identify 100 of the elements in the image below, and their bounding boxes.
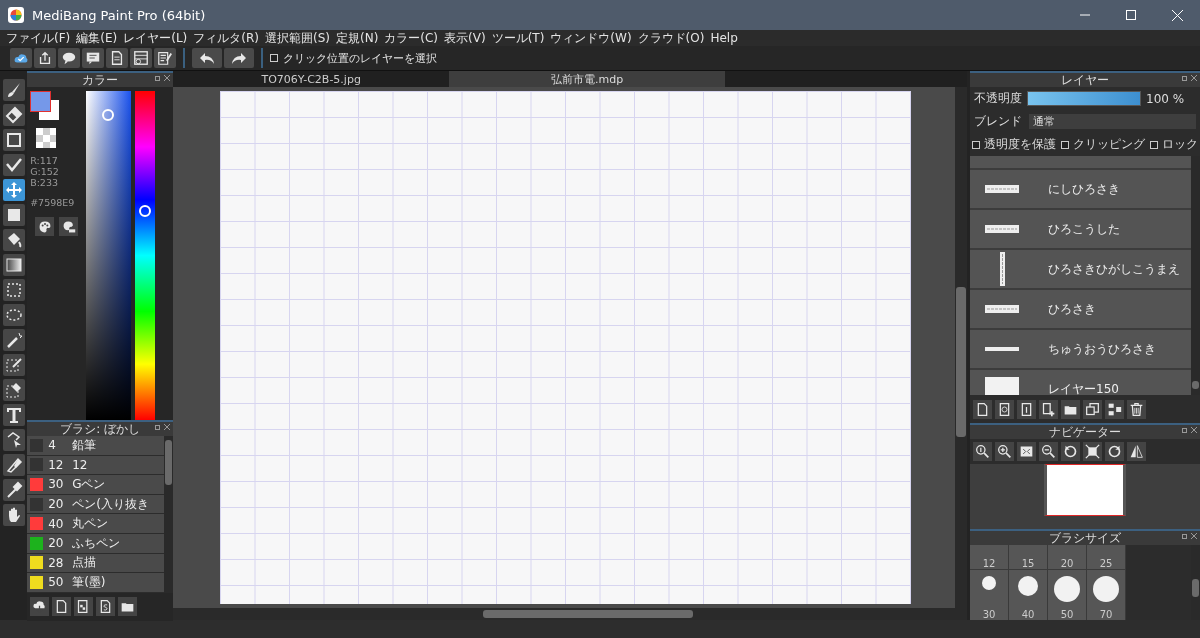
blend-dropdown[interactable]: 通常 bbox=[1029, 114, 1196, 129]
brush-size-option[interactable]: 70 bbox=[1087, 570, 1125, 620]
brush-item[interactable]: 20 ふちペン bbox=[27, 533, 165, 554]
document-tab[interactable]: 弘前市電.mdp bbox=[449, 71, 726, 87]
tool-button[interactable] bbox=[2, 79, 25, 101]
navigator-preview[interactable] bbox=[1044, 464, 1126, 516]
tool-button[interactable] bbox=[2, 329, 25, 351]
float-panel-icon[interactable] bbox=[1182, 75, 1188, 81]
close-icon[interactable] bbox=[164, 424, 171, 430]
navigator-button[interactable] bbox=[1017, 442, 1036, 461]
layer-item[interactable]: ひろさき bbox=[970, 290, 1191, 330]
merge-layer-button[interactable] bbox=[1105, 399, 1124, 419]
opacity-slider[interactable] bbox=[1027, 91, 1141, 106]
tool-button[interactable] bbox=[2, 304, 25, 326]
menu-item[interactable]: 定規(N) bbox=[333, 29, 383, 47]
navigator-button[interactable] bbox=[995, 442, 1014, 461]
tool-button[interactable] bbox=[2, 404, 25, 426]
layer-item[interactable]: ひろさきひがしこうまえ bbox=[970, 250, 1191, 290]
cloud-download-button[interactable] bbox=[30, 597, 50, 617]
tool-button[interactable] bbox=[2, 379, 25, 401]
transparent-color-swatch[interactable] bbox=[36, 128, 57, 148]
tool-button[interactable] bbox=[2, 229, 25, 251]
brush-item[interactable]: 20 ペン(入り抜き bbox=[27, 494, 165, 515]
tool-button[interactable] bbox=[2, 104, 25, 126]
folder-button[interactable] bbox=[118, 597, 138, 617]
layer-item[interactable]: レイヤー150 bbox=[970, 370, 1191, 395]
layer-item[interactable]: にしひろさき bbox=[970, 170, 1191, 210]
toolbar-button[interactable] bbox=[10, 48, 32, 68]
float-panel-icon[interactable] bbox=[1182, 533, 1188, 539]
menu-item[interactable]: クラウド(O) bbox=[635, 29, 709, 47]
menu-item[interactable]: ウィンドウ(W) bbox=[548, 29, 636, 47]
menu-item[interactable]: フィルタ(R) bbox=[191, 29, 263, 47]
new-layer-button[interactable] bbox=[973, 399, 992, 419]
folder-button[interactable] bbox=[1061, 399, 1080, 419]
layer-item[interactable]: ひろこうした bbox=[970, 210, 1191, 250]
tool-button[interactable] bbox=[2, 279, 25, 301]
toolbar-button[interactable] bbox=[130, 48, 152, 68]
menu-item[interactable]: ツール(T) bbox=[489, 29, 549, 47]
1bit-layer-button[interactable] bbox=[1017, 399, 1036, 419]
toolbar-button[interactable] bbox=[154, 48, 176, 68]
close-icon[interactable] bbox=[1191, 75, 1197, 81]
hue-slider-thumb[interactable] bbox=[139, 205, 152, 218]
brush-size-label[interactable]: 12 bbox=[982, 558, 996, 569]
tool-button[interactable] bbox=[2, 154, 25, 176]
brush-size-label[interactable]: 15 bbox=[1021, 558, 1035, 569]
menu-item[interactable]: 編集(E) bbox=[74, 29, 122, 47]
close-icon[interactable] bbox=[1191, 533, 1197, 539]
layer-item[interactable]: ちゅうおうひろさき bbox=[970, 330, 1191, 370]
8bit-layer-button[interactable] bbox=[995, 399, 1014, 419]
navigator-button[interactable] bbox=[973, 442, 992, 461]
tool-button[interactable] bbox=[2, 504, 25, 526]
brush-size-option[interactable]: 50 bbox=[1048, 570, 1086, 620]
add-layer-button[interactable] bbox=[1039, 399, 1058, 419]
navigator-button[interactable] bbox=[1039, 442, 1058, 461]
brush-options-button[interactable] bbox=[74, 597, 94, 617]
undo-button[interactable] bbox=[192, 48, 222, 68]
float-panel-icon[interactable] bbox=[155, 424, 162, 430]
tool-button[interactable] bbox=[2, 254, 25, 276]
menu-item[interactable]: 選択範囲(S) bbox=[263, 29, 334, 47]
brush-size-label[interactable]: 25 bbox=[1099, 558, 1113, 569]
menu-item[interactable]: カラー(C) bbox=[382, 29, 443, 47]
menu-item[interactable]: Help bbox=[708, 31, 742, 45]
toolbar-button[interactable] bbox=[58, 48, 80, 68]
delete-layer-button[interactable] bbox=[1127, 399, 1146, 419]
float-panel-icon[interactable] bbox=[155, 75, 162, 81]
checkbox[interactable] bbox=[972, 140, 980, 149]
toolbar-button[interactable] bbox=[106, 48, 128, 68]
new-brush-button[interactable] bbox=[52, 597, 72, 617]
navigator-button[interactable] bbox=[1083, 442, 1102, 461]
float-panel-icon[interactable] bbox=[1182, 427, 1188, 433]
brush-size-option[interactable]: 40 bbox=[1009, 570, 1047, 620]
close-icon[interactable] bbox=[1191, 427, 1197, 433]
brush-size-option[interactable]: 30 bbox=[970, 570, 1008, 620]
redo-button[interactable] bbox=[224, 48, 254, 68]
tool-button[interactable] bbox=[2, 129, 25, 151]
brush-size-label[interactable]: 20 bbox=[1060, 558, 1074, 569]
brush-item[interactable]: 50 筆(墨) bbox=[27, 573, 165, 593]
brush-item[interactable]: 28 点描 bbox=[27, 553, 165, 574]
navigator-button[interactable] bbox=[1105, 442, 1124, 461]
menu-item[interactable]: レイヤー(L) bbox=[121, 29, 192, 47]
duplicate-layer-button[interactable] bbox=[1083, 399, 1102, 419]
palette-settings-button[interactable] bbox=[59, 217, 79, 236]
tool-button[interactable] bbox=[2, 429, 25, 451]
brush-item[interactable]: 4 鉛筆 bbox=[27, 436, 165, 456]
brush-item[interactable]: 40 丸ペン bbox=[27, 514, 165, 534]
brush-item[interactable]: 12 12 bbox=[27, 455, 165, 476]
tool-button[interactable] bbox=[2, 179, 25, 201]
checkbox[interactable] bbox=[270, 54, 278, 62]
script-brush-button[interactable] bbox=[96, 597, 116, 617]
close-icon[interactable] bbox=[164, 75, 171, 81]
navigator-button[interactable] bbox=[1061, 442, 1080, 461]
toolbar-button[interactable] bbox=[34, 48, 56, 68]
checkbox[interactable] bbox=[1061, 140, 1069, 149]
saturation-brightness-picker[interactable] bbox=[86, 91, 132, 420]
menu-item[interactable]: 表示(V) bbox=[442, 29, 490, 47]
scrollbar[interactable] bbox=[164, 436, 174, 593]
palette-button[interactable] bbox=[35, 217, 55, 236]
tool-button[interactable] bbox=[2, 454, 25, 476]
checkbox[interactable] bbox=[1150, 140, 1158, 149]
toolbar-button[interactable] bbox=[82, 48, 104, 68]
